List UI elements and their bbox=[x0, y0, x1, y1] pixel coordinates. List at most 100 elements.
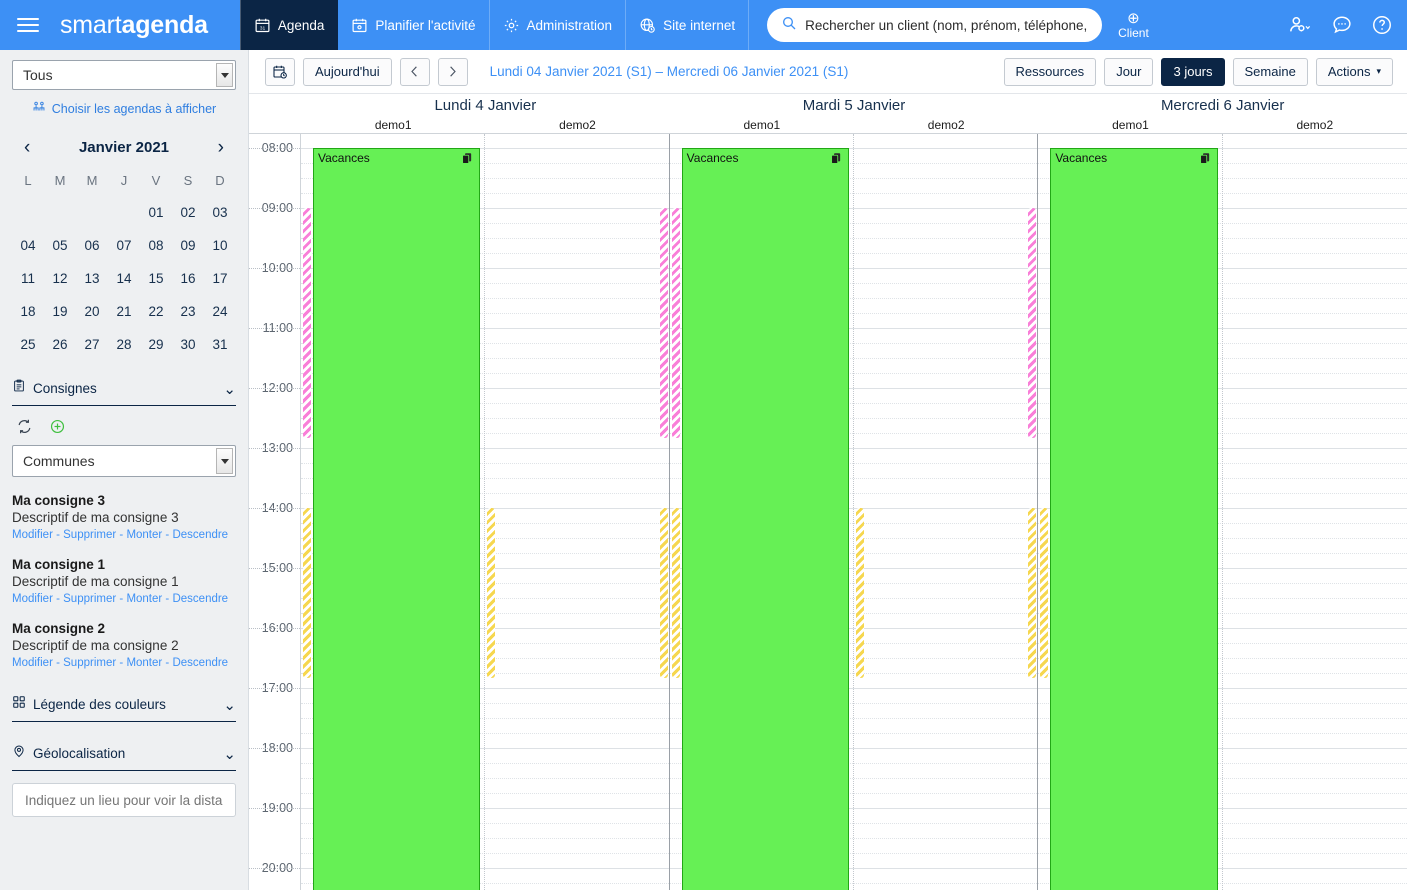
nav-item-agenda[interactable]: 31 Agenda bbox=[239, 0, 339, 50]
minicalendar-day[interactable]: 20 bbox=[76, 299, 108, 324]
day-column-2[interactable]: Vacances bbox=[669, 134, 1039, 890]
actions-dropdown-button[interactable]: Actions ▾ bbox=[1315, 57, 1393, 86]
minicalendar-day[interactable]: 18 bbox=[12, 299, 44, 324]
nav-item-administration[interactable]: Administration bbox=[490, 0, 627, 50]
calendar-event[interactable]: Vacances bbox=[1050, 148, 1218, 890]
minicalendar-day[interactable]: 21 bbox=[108, 299, 140, 324]
view-ressources-button[interactable]: Ressources bbox=[1003, 57, 1097, 86]
minicalendar-day[interactable]: 11 bbox=[12, 266, 44, 291]
consigne-action-supprimer[interactable]: Supprimer bbox=[63, 529, 116, 541]
legend-section-header[interactable]: Légende des couleurs ⌄ bbox=[12, 695, 236, 722]
view-jour-button[interactable]: Jour bbox=[1104, 57, 1154, 86]
minicalendar-day[interactable]: 30 bbox=[172, 332, 204, 357]
consignes-section-header[interactable]: Consignes ⌄ bbox=[12, 379, 236, 406]
view-semaine-button[interactable]: Semaine bbox=[1232, 57, 1308, 86]
chevron-down-icon[interactable]: ⌄ bbox=[223, 380, 236, 398]
consigne-action-supprimer[interactable]: Supprimer bbox=[63, 657, 116, 669]
agenda-column-demo2[interactable] bbox=[1223, 134, 1407, 890]
agenda-column-demo2[interactable] bbox=[854, 134, 1038, 890]
prev-period-button[interactable] bbox=[399, 57, 430, 86]
consigne-action-descendre[interactable]: Descendre bbox=[172, 657, 228, 669]
minicalendar-next-icon[interactable]: › bbox=[214, 138, 228, 157]
consigne-actions[interactable]: Modifier - Supprimer - Monter - Descendr… bbox=[12, 593, 236, 605]
brand-logo[interactable]: smartagenda bbox=[60, 11, 208, 40]
calendar-event[interactable]: Vacances bbox=[313, 148, 481, 890]
minicalendar-day[interactable]: 28 bbox=[108, 332, 140, 357]
consigne-action-descendre[interactable]: Descendre bbox=[172, 529, 228, 541]
user-settings-icon[interactable] bbox=[1287, 14, 1313, 36]
minicalendar-day[interactable]: 06 bbox=[76, 233, 108, 258]
calendar-event[interactable]: Vacances bbox=[681, 148, 849, 890]
consigne-actions[interactable]: Modifier - Supprimer - Monter - Descendr… bbox=[12, 657, 236, 669]
chat-bubble-icon[interactable] bbox=[1331, 14, 1353, 36]
add-client-button[interactable]: ⊕ Client bbox=[1118, 11, 1149, 39]
agenda-column-demo1[interactable]: Vacances bbox=[670, 134, 854, 890]
minicalendar-day[interactable]: 07 bbox=[108, 233, 140, 258]
calendar-grid-area[interactable]: 08:00 09:00 10:00 11:00 12:00 13:00 14:00 15:00… bbox=[249, 134, 1407, 890]
consigne-action-supprimer[interactable]: Supprimer bbox=[63, 593, 116, 605]
minicalendar-prev-icon[interactable]: ‹ bbox=[20, 138, 34, 157]
duplicate-icon[interactable] bbox=[830, 152, 843, 168]
day-column-3[interactable]: Vacances bbox=[1038, 134, 1407, 890]
duplicate-icon[interactable] bbox=[1199, 152, 1212, 168]
consigne-action-descendre[interactable]: Descendre bbox=[172, 593, 228, 605]
duplicate-icon[interactable] bbox=[461, 152, 474, 168]
consigne-action-monter[interactable]: Monter bbox=[126, 529, 162, 541]
minicalendar-day[interactable]: 16 bbox=[172, 266, 204, 291]
consigne-action-monter[interactable]: Monter bbox=[126, 593, 162, 605]
minicalendar-day[interactable]: 04 bbox=[12, 233, 44, 258]
minicalendar-day[interactable]: 17 bbox=[204, 266, 236, 291]
help-icon[interactable] bbox=[1371, 14, 1393, 36]
minicalendar-day[interactable]: 31 bbox=[204, 332, 236, 357]
chevron-down-icon[interactable] bbox=[216, 448, 233, 474]
minicalendar-day[interactable]: 27 bbox=[76, 332, 108, 357]
minicalendar-day[interactable]: 22 bbox=[140, 299, 172, 324]
agenda-column-demo2[interactable] bbox=[485, 134, 669, 890]
client-search-box[interactable] bbox=[767, 8, 1103, 42]
today-button[interactable]: Aujourd'hui bbox=[303, 57, 392, 86]
refresh-icon[interactable] bbox=[16, 418, 33, 435]
hamburger-menu-icon[interactable] bbox=[0, 0, 56, 50]
chevron-down-icon[interactable]: ⌄ bbox=[223, 745, 236, 763]
agenda-filter-select[interactable]: Tous bbox=[12, 60, 236, 90]
minicalendar-day[interactable]: 14 bbox=[108, 266, 140, 291]
minicalendar-day[interactable]: 05 bbox=[44, 233, 76, 258]
minicalendar-day[interactable]: 25 bbox=[12, 332, 44, 357]
agenda-column-demo1[interactable]: Vacances bbox=[301, 134, 486, 890]
day-header-2: Mardi 5 Janvier bbox=[802, 96, 906, 114]
view-3jours-button[interactable]: 3 jours bbox=[1161, 57, 1225, 86]
minicalendar-day[interactable]: 19 bbox=[44, 299, 76, 324]
minicalendar-day[interactable]: 01 bbox=[140, 200, 172, 225]
minicalendar-day[interactable]: 24 bbox=[204, 299, 236, 324]
consigne-action-modifier[interactable]: Modifier bbox=[12, 657, 53, 669]
minicalendar-day[interactable]: 23 bbox=[172, 299, 204, 324]
plus-circle-icon[interactable] bbox=[49, 418, 66, 435]
minicalendar-day[interactable]: 13 bbox=[76, 266, 108, 291]
nav-item-site-internet[interactable]: Site internet bbox=[626, 0, 750, 50]
minicalendar-day[interactable]: 09 bbox=[172, 233, 204, 258]
minicalendar-day[interactable]: 02 bbox=[172, 200, 204, 225]
chevron-down-icon[interactable] bbox=[216, 63, 233, 87]
day-column-1[interactable]: Vacances bbox=[301, 134, 670, 890]
nav-item-planifier[interactable]: Planifier l'activité bbox=[338, 0, 490, 50]
consigne-action-modifier[interactable]: Modifier bbox=[12, 529, 53, 541]
chevron-down-icon[interactable]: ⌄ bbox=[223, 696, 236, 714]
minicalendar-day[interactable]: 03 bbox=[204, 200, 236, 225]
choose-agendas-link[interactable]: Choisir les agendas à afficher bbox=[12, 100, 236, 117]
geolocation-input[interactable] bbox=[12, 783, 236, 817]
consigne-action-monter[interactable]: Monter bbox=[126, 657, 162, 669]
minicalendar-day[interactable]: 29 bbox=[140, 332, 172, 357]
consigne-action-modifier[interactable]: Modifier bbox=[12, 593, 53, 605]
minicalendar-day[interactable]: 26 bbox=[44, 332, 76, 357]
minicalendar-day[interactable]: 12 bbox=[44, 266, 76, 291]
minicalendar-day[interactable]: 08 bbox=[140, 233, 172, 258]
consigne-actions[interactable]: Modifier - Supprimer - Monter - Descendr… bbox=[12, 529, 236, 541]
consignes-scope-select[interactable]: Communes bbox=[12, 445, 236, 477]
agenda-column-demo1[interactable]: Vacances bbox=[1038, 134, 1223, 890]
minicalendar-day[interactable]: 10 bbox=[204, 233, 236, 258]
search-input[interactable] bbox=[805, 17, 1089, 33]
geo-section-header[interactable]: Géolocalisation ⌄ bbox=[12, 744, 236, 771]
minicalendar-day[interactable]: 15 bbox=[140, 266, 172, 291]
next-period-button[interactable] bbox=[437, 57, 468, 86]
datepicker-button[interactable] bbox=[265, 57, 295, 86]
